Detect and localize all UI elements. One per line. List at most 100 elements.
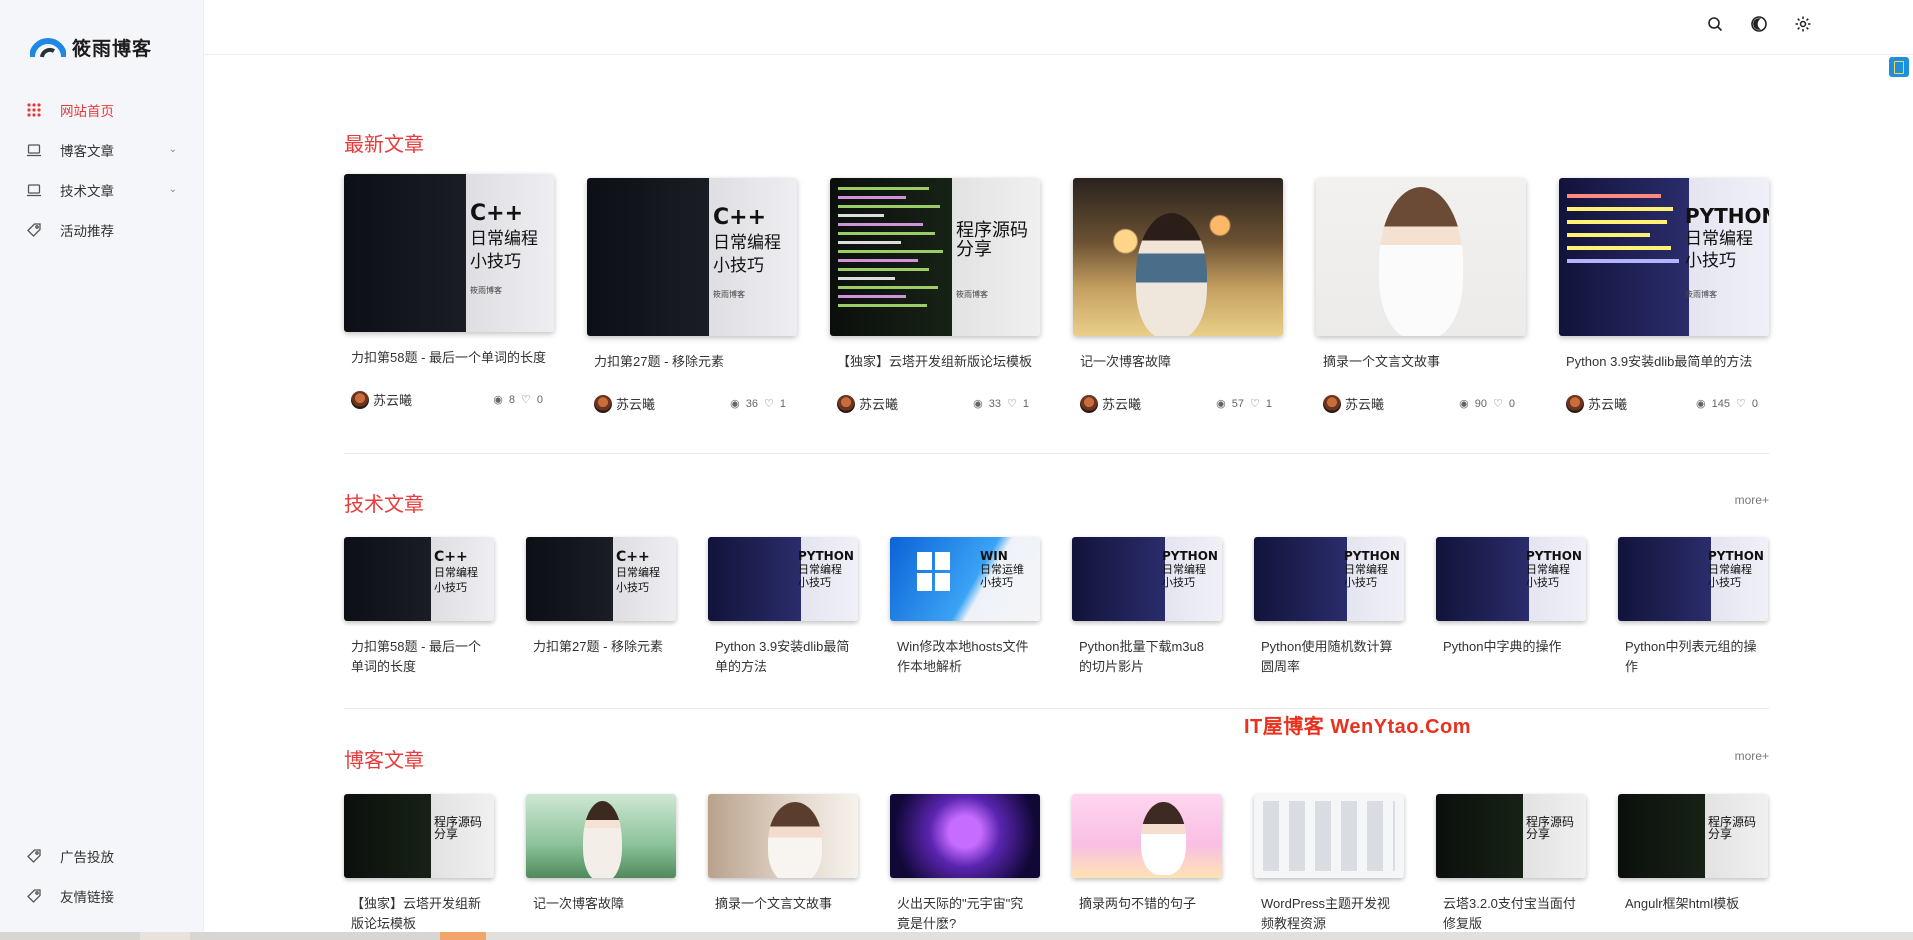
article-thumbnail[interactable]: PYTHON 日常编程 小技巧 [708,537,858,621]
chevron-down-icon[interactable]: ⌄ [169,144,177,155]
article-thumbnail[interactable] [1316,178,1526,336]
article-thumbnail[interactable]: 程序源码 分享 筱雨博客 [830,178,1040,336]
article-card[interactable]: PYTHON 日常编程 小技巧 Python 3.9安装dlib最简单的方法 [708,537,858,677]
author-avatar[interactable] [1080,394,1098,413]
article-title[interactable]: WordPress主题开发视频教程资源 [1254,894,1404,934]
heart-icon[interactable]: ♡ [1250,397,1260,410]
article-card[interactable]: WIN 日常运维 小技巧 Win修改本地hosts文件作本地解析 [890,537,1040,677]
article-card[interactable]: C++ 日常编程 小技巧 力扣第27题 - 移除元素 [526,537,676,677]
heart-icon[interactable]: ♡ [1736,397,1746,410]
article-thumbnail[interactable] [708,794,858,878]
article-card[interactable]: 程序源码 分享 Angulr框架html模板 [1618,794,1768,934]
heart-icon[interactable]: ♡ [521,393,531,406]
article-thumbnail[interactable] [1072,794,1222,878]
author-avatar[interactable] [351,390,369,409]
author-name[interactable]: 苏云曦 [1588,394,1627,413]
more-link-blog[interactable]: more+ [1735,749,1769,763]
article-title[interactable]: 力扣第58题 - 最后一个单词的长度 [344,637,494,677]
article-title[interactable]: 力扣第27题 - 移除元素 [526,637,676,677]
brand-logo[interactable]: 筱雨博客 [30,34,152,61]
article-title[interactable]: 【独家】云塔开发组新版论坛模板 [344,894,494,934]
article-thumbnail[interactable] [890,794,1040,878]
author-name[interactable]: 苏云曦 [373,390,412,409]
floating-widget-icon[interactable] [1889,57,1909,77]
article-title[interactable]: Python中列表元组的操作 [1618,637,1768,677]
article-thumbnail[interactable]: PYTHON 日常编程 小技巧 [1436,537,1586,621]
article-card[interactable]: PYTHON 日常编程 小技巧 Python使用随机数计算圆周率 [1254,537,1404,677]
article-title[interactable]: 记一次博客故障 [1073,352,1283,392]
sidebar-item-tech[interactable]: 技术文章 ⌄ [0,170,203,210]
article-thumbnail[interactable]: PYTHON 日常编程 小技巧 [1618,537,1768,621]
article-thumbnail[interactable]: 程序源码 分享 [344,794,494,878]
article-title[interactable]: Angulr框架html模板 [1618,894,1768,934]
article-title[interactable]: Win修改本地hosts文件作本地解析 [890,637,1040,677]
article-thumbnail[interactable]: PYTHON 日常编程 小技巧 [1254,537,1404,621]
theme-toggle-icon[interactable] [1747,12,1771,36]
horizontal-scrollbar[interactable] [0,932,1913,940]
article-title[interactable]: 摘录两句不错的句子 [1072,894,1222,934]
article-title[interactable]: 云塔3.2.0支付宝当面付修复版 [1436,894,1586,934]
article-title[interactable]: Python批量下载m3u8的切片影片 [1072,637,1222,677]
article-card[interactable]: 摘录一个文言文故事 苏云曦 ◉ 90 ♡ 0 [1316,178,1526,413]
article-title[interactable]: Python使用随机数计算圆周率 [1254,637,1404,677]
article-title[interactable]: Python中字典的操作 [1436,637,1586,677]
article-card[interactable]: WordPress主题开发视频教程资源 [1254,794,1404,934]
article-title[interactable]: 摘录一个文言文故事 [708,894,858,934]
article-title[interactable]: 记一次博客故障 [526,894,676,934]
article-card[interactable]: 记一次博客故障 苏云曦 ◉ 57 ♡ 1 [1073,178,1283,413]
article-thumbnail[interactable]: 程序源码 分享 [1618,794,1768,878]
article-thumbnail[interactable]: C++ 日常编程 小技巧 筱雨博客 [587,178,797,336]
sidebar-item-blog[interactable]: 博客文章 ⌄ [0,130,203,170]
settings-icon[interactable] [1791,12,1815,36]
article-card[interactable]: C++ 日常编程 小技巧 筱雨博客 力扣第27题 - 移除元素 苏云曦 ◉ 36 ♡ 1 [587,178,797,413]
article-card[interactable]: PYTHON 日常编程 小技巧 筱雨博客 Python 3.9安装dlib最简单的方… [1559,178,1769,413]
article-card[interactable]: 程序源码 分享 【独家】云塔开发组新版论坛模板 [344,794,494,934]
article-title[interactable]: 摘录一个文言文故事 [1316,352,1526,392]
heart-icon[interactable]: ♡ [1493,397,1503,410]
author-name[interactable]: 苏云曦 [859,394,898,413]
author-name[interactable]: 苏云曦 [1102,394,1141,413]
article-card[interactable]: 火出天际的"元宇宙"究竟是什麽? [890,794,1040,934]
article-card[interactable]: 记一次博客故障 [526,794,676,934]
sidebar-item-home[interactable]: 网站首页 [0,90,203,130]
author-avatar[interactable] [1323,394,1341,413]
article-thumbnail[interactable]: C++ 日常编程 小技巧 筱雨博客 [344,174,554,332]
article-thumbnail[interactable] [1073,178,1283,336]
article-title[interactable]: 力扣第58题 - 最后一个单词的长度 [344,348,554,388]
article-card[interactable]: PYTHON 日常编程 小技巧 Python中列表元组的操作 [1618,537,1768,677]
article-title[interactable]: 【独家】云塔开发组新版论坛模板 [830,352,1040,392]
author-name[interactable]: 苏云曦 [1345,394,1384,413]
article-thumbnail[interactable] [526,794,676,878]
article-thumbnail[interactable]: WIN 日常运维 小技巧 [890,537,1040,621]
article-thumbnail[interactable]: PYTHON 日常编程 小技巧 [1072,537,1222,621]
article-card[interactable]: 摘录一个文言文故事 [708,794,858,934]
article-thumbnail[interactable]: C++ 日常编程 小技巧 [344,537,494,621]
article-card[interactable]: PYTHON 日常编程 小技巧 Python中字典的操作 [1436,537,1586,677]
sidebar-item-ads[interactable]: 广告投放 [0,836,203,876]
heart-icon[interactable]: ♡ [1007,397,1017,410]
article-thumbnail[interactable] [1254,794,1404,878]
author-avatar[interactable] [1566,394,1584,413]
author-avatar[interactable] [594,394,612,413]
article-title[interactable]: Python 3.9安装dlib最简单的方法 [708,637,858,677]
author-avatar[interactable] [837,394,855,413]
article-card[interactable]: 程序源码 分享 云塔3.2.0支付宝当面付修复版 [1436,794,1586,934]
search-icon[interactable] [1703,12,1727,36]
article-title[interactable]: 火出天际的"元宇宙"究竟是什麽? [890,894,1040,934]
article-card[interactable]: 程序源码 分享 筱雨博客 【独家】云塔开发组新版论坛模板 苏云曦 ◉ 33 ♡ 1 [830,178,1040,413]
author-name[interactable]: 苏云曦 [616,394,655,413]
article-card[interactable]: C++ 日常编程 小技巧 筱雨博客 力扣第58题 - 最后一个单词的长度 苏云曦 ◉… [344,174,554,409]
article-thumbnail[interactable]: C++ 日常编程 小技巧 [526,537,676,621]
article-thumbnail[interactable]: 程序源码 分享 [1436,794,1586,878]
article-card[interactable]: C++ 日常编程 小技巧 力扣第58题 - 最后一个单词的长度 [344,537,494,677]
chevron-down-icon[interactable]: ⌄ [169,184,177,195]
article-card[interactable]: PYTHON 日常编程 小技巧 Python批量下载m3u8的切片影片 [1072,537,1222,677]
heart-icon[interactable]: ♡ [764,397,774,410]
article-card[interactable]: 摘录两句不错的句子 [1072,794,1222,934]
article-title[interactable]: 力扣第27题 - 移除元素 [587,352,797,392]
sidebar-item-links[interactable]: 友情链接 [0,876,203,916]
article-title[interactable]: Python 3.9安装dlib最简单的方法 [1559,352,1769,392]
article-thumbnail[interactable]: PYTHON 日常编程 小技巧 筱雨博客 [1559,178,1769,336]
sidebar-item-events[interactable]: 活动推荐 [0,210,203,250]
more-link-tech[interactable]: more+ [1735,493,1769,507]
